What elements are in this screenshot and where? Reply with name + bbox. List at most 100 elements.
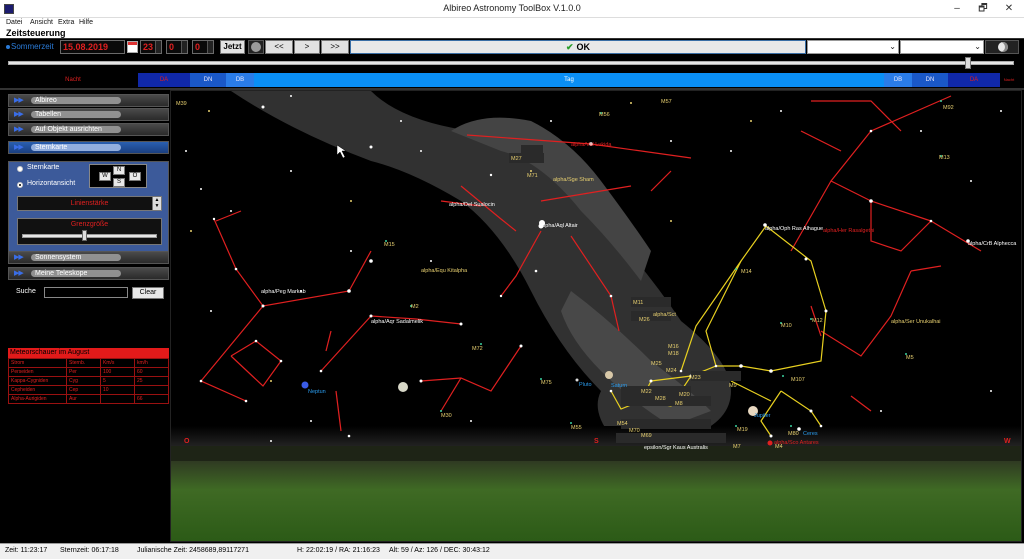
menu-ansicht[interactable]: Ansicht bbox=[30, 18, 53, 27]
sky-label: M70 bbox=[629, 428, 640, 434]
sidebar-item-auf-objekt[interactable]: ▶▶ Auf Objekt ausrichten bbox=[8, 123, 169, 136]
table-cell: Cyg bbox=[66, 376, 101, 386]
sternkarte-panel: Sternkarte Horizontansicht N W O S Linie… bbox=[8, 161, 169, 255]
sidebar-item-label: Sternkarte bbox=[35, 144, 68, 151]
clear-button[interactable]: Clear bbox=[132, 287, 164, 299]
table-row[interactable]: Cepheiden Cep 10 bbox=[8, 385, 169, 395]
radio-sternkarte-label: Sternkarte bbox=[27, 164, 60, 171]
sky-label: alpha/Del Sualocin bbox=[449, 202, 495, 208]
close-button[interactable]: ✕ bbox=[996, 0, 1022, 18]
section-title: Zeitsteuerung bbox=[6, 28, 66, 38]
sky-label: M75 bbox=[541, 380, 552, 386]
hour-spin-arrows[interactable] bbox=[155, 41, 161, 53]
time-slider-row bbox=[0, 56, 1024, 73]
ok-button[interactable]: ✔ OK bbox=[350, 40, 806, 54]
second-stepper[interactable]: 0 bbox=[192, 40, 214, 54]
moon-phase-button[interactable] bbox=[248, 40, 264, 54]
status-sternzeit: Sternzeit: 06:17:18 bbox=[60, 547, 119, 554]
table-header: km/h bbox=[134, 358, 169, 368]
linienstaerke-spin[interactable]: ▲ ▼ bbox=[152, 197, 161, 210]
sky-map-canvas[interactable]: M39 M57 M92 M56 M13 M27 M71 alpha/Vul Lu… bbox=[171, 91, 1022, 542]
sky-label: M30 bbox=[441, 413, 452, 419]
search-input[interactable] bbox=[44, 287, 128, 298]
table-header-row: Strom Sternb. Km/s km/h bbox=[8, 358, 169, 368]
table-cell: Cepheiden bbox=[8, 385, 67, 395]
sidebar-item-sternkarte[interactable]: ▶▶ Sternkarte bbox=[8, 141, 169, 154]
sky-label: M25 bbox=[651, 361, 662, 367]
compass-west-button[interactable]: W bbox=[99, 172, 111, 181]
compass-north-button[interactable]: N bbox=[113, 166, 125, 175]
sky-label: M15 bbox=[384, 242, 395, 248]
double-arrow-icon: ▶▶ bbox=[14, 254, 24, 261]
menu-hilfe[interactable]: Hilfe bbox=[79, 18, 93, 27]
sky-label: alpha/Vul Lukida bbox=[571, 142, 612, 148]
radio-horizontansicht[interactable] bbox=[17, 182, 23, 188]
minimize-button[interactable]: – bbox=[944, 0, 970, 18]
table-cell: 100 bbox=[100, 367, 135, 377]
sky-label: Jupiter bbox=[754, 413, 771, 419]
direction-west: W bbox=[1004, 438, 1011, 445]
table-row[interactable]: Alpha-Aurigiden Aur 66 bbox=[8, 394, 169, 404]
grenzgroesse-slider-thumb[interactable] bbox=[82, 230, 87, 241]
grenzgroesse-label: Grenzgröße bbox=[70, 221, 109, 228]
search-label: Suche bbox=[16, 288, 36, 295]
compass-east-button[interactable]: O bbox=[129, 172, 141, 181]
sky-label: alpha/Ser Unukalhai bbox=[891, 319, 941, 325]
menu-datei[interactable]: Datei bbox=[6, 18, 22, 27]
back-fast-button[interactable]: << bbox=[265, 40, 293, 54]
sidebar-item-meine-teleskope[interactable]: ▶▶ Meine Teleskope bbox=[8, 267, 169, 280]
now-button[interactable]: Jetzt bbox=[220, 40, 245, 54]
window-title: Albireo Astronomy ToolBox V.1.0.0 bbox=[443, 3, 581, 13]
radio-horizontansicht-label: Horizontansicht bbox=[27, 180, 76, 187]
minute-spin-arrows[interactable] bbox=[181, 41, 187, 53]
compass-south-button[interactable]: S bbox=[113, 178, 125, 187]
moon-icon[interactable] bbox=[985, 40, 1019, 54]
antares-icon bbox=[767, 440, 773, 446]
menu-extra[interactable]: Extra bbox=[58, 18, 74, 27]
sidebar-item-sonnensystem[interactable]: ▶▶ Sonnensystem bbox=[8, 251, 169, 264]
sky-label: M5 bbox=[906, 355, 914, 361]
minute-stepper[interactable]: 0 bbox=[166, 40, 188, 54]
spin-down-icon[interactable]: ▼ bbox=[155, 203, 160, 209]
table-cell: 10 bbox=[100, 385, 135, 395]
table-cell: Kappa-Cygniden bbox=[8, 376, 67, 386]
table-row[interactable]: Kappa-Cygniden Cyg 5 25 bbox=[8, 376, 169, 386]
menu-bar: Datei Ansicht Extra Hilfe bbox=[0, 18, 1024, 27]
grenzgroesse-slider[interactable] bbox=[22, 234, 157, 238]
section-header: Zeitsteuerung bbox=[0, 27, 1024, 39]
direction-south: S bbox=[594, 438, 599, 445]
table-cell bbox=[100, 394, 135, 404]
sky-map[interactable]: M39 M57 M92 M56 M13 M27 M71 alpha/Vul Lu… bbox=[170, 90, 1022, 542]
second-spin-arrows[interactable] bbox=[207, 41, 213, 53]
sidebar-item-tabellen[interactable]: ▶▶ Tabellen bbox=[8, 108, 169, 121]
forward-fast-button[interactable]: >> bbox=[321, 40, 349, 54]
chevron-down-icon: ⌄ bbox=[889, 42, 896, 51]
moon-marker-icon bbox=[398, 382, 408, 392]
select-1[interactable]: ⌄ bbox=[807, 40, 899, 54]
sky-label: M55 bbox=[571, 425, 582, 431]
phase-db: DB bbox=[884, 73, 912, 87]
sky-label: M26 bbox=[639, 317, 650, 323]
date-input[interactable]: 15.08.2019 bbox=[60, 40, 125, 54]
sky-label: M4 bbox=[775, 444, 783, 450]
sky-label: M20 bbox=[679, 392, 690, 398]
linienstaerke-stepper[interactable]: Linienstärke ▲ ▼ bbox=[17, 196, 162, 211]
hour-stepper[interactable]: 23 bbox=[140, 40, 162, 54]
time-slider-thumb[interactable] bbox=[965, 57, 971, 69]
sky-label: M9 bbox=[729, 383, 737, 389]
sky-label: alpha/CrB Alphecca bbox=[968, 241, 1017, 247]
radio-sternkarte[interactable] bbox=[17, 166, 23, 172]
sidebar-item-albireo[interactable]: ▶▶ Albireo bbox=[8, 94, 169, 107]
phase-da: DA bbox=[948, 73, 1000, 87]
sky-label: M19 bbox=[737, 427, 748, 433]
select-2[interactable]: ⌄ bbox=[900, 40, 984, 54]
calendar-icon[interactable] bbox=[127, 41, 138, 53]
left-panel: ▶▶ Albireo ▶▶ Tabellen ▶▶ Auf Objekt aus… bbox=[8, 90, 169, 542]
table-cell: 66 bbox=[134, 394, 169, 404]
time-slider-track[interactable] bbox=[8, 61, 1014, 65]
table-cell: Aur bbox=[66, 394, 101, 404]
sky-label: alpha/Her Rasalgethi bbox=[823, 228, 874, 234]
maximize-button[interactable]: 🗗 bbox=[970, 0, 996, 18]
table-row[interactable]: Perseiden Per 100 60 bbox=[8, 367, 169, 377]
forward-button[interactable]: > bbox=[294, 40, 320, 54]
